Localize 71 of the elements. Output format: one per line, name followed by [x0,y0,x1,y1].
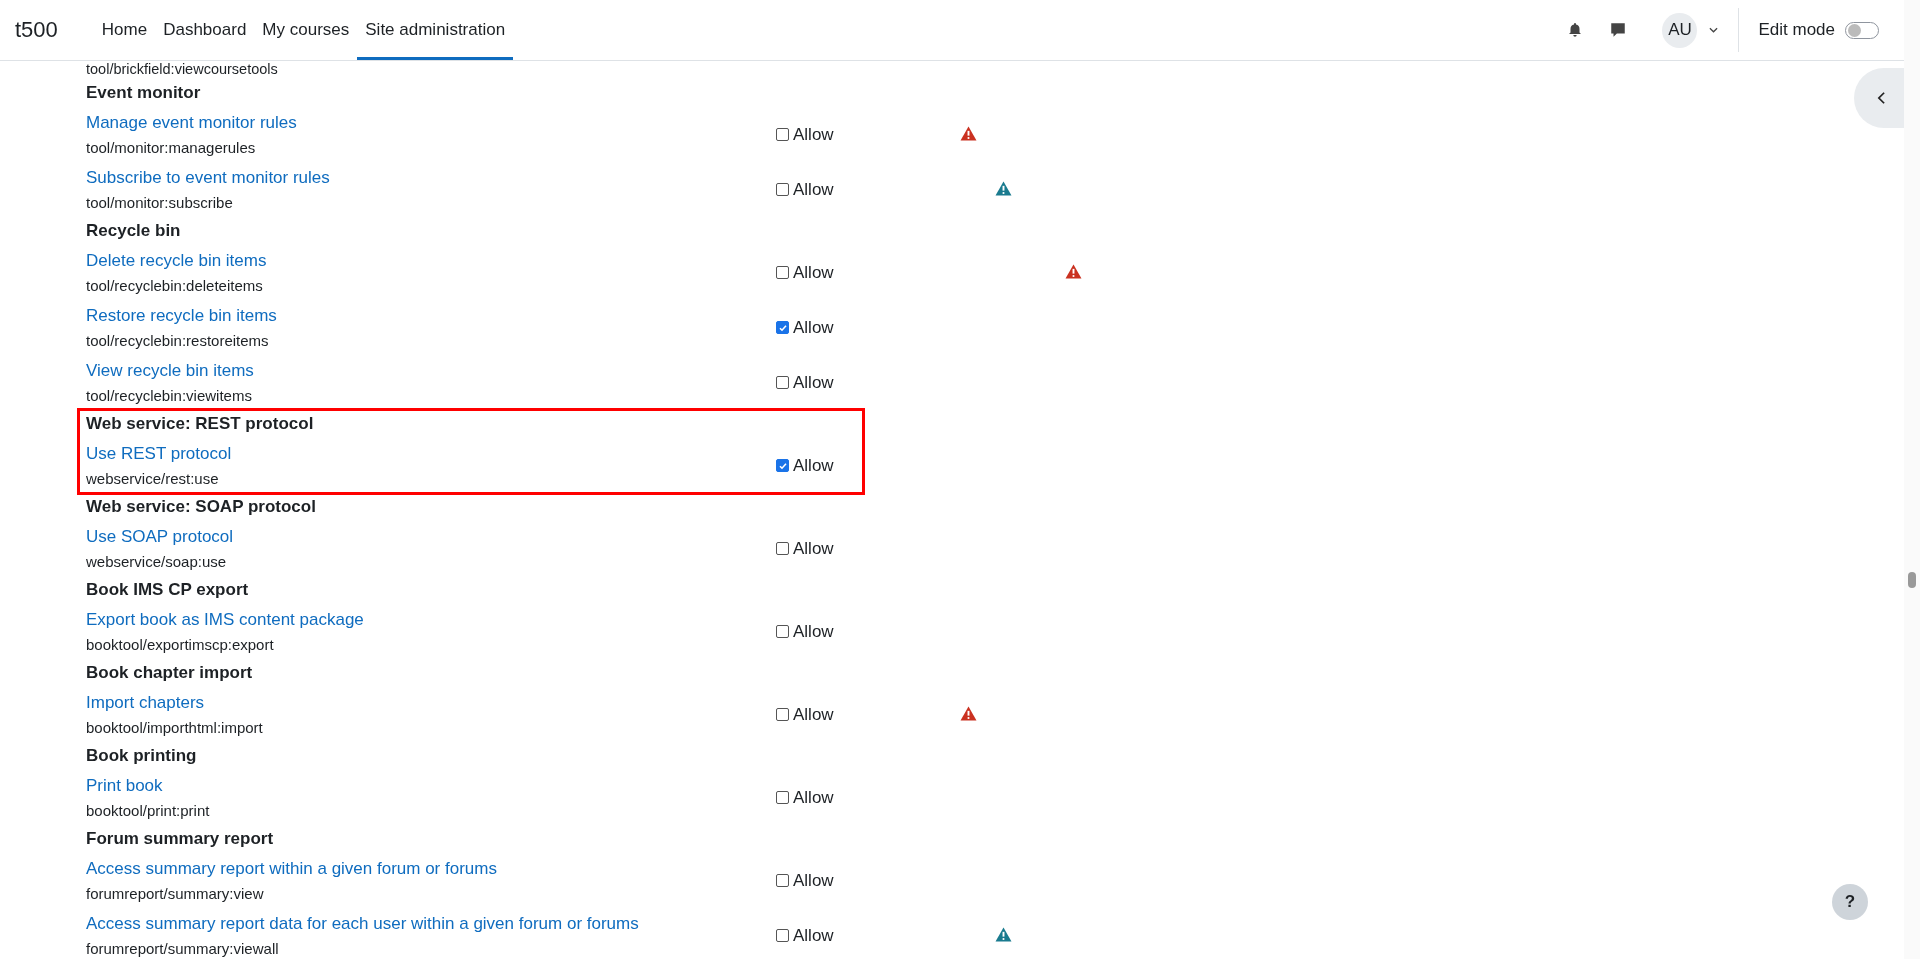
capability-code: tool/recyclebin:viewitems [86,385,253,406]
capability-code: tool/brickfield:viewcoursetools [86,61,279,77]
nav-tab[interactable]: Site administration [357,3,514,60]
allow-label: Allow [793,704,834,725]
allow-checkbox[interactable] [776,929,789,942]
allow-label: Allow [793,179,834,200]
capability-code: webservice/soap:use [86,551,228,572]
edit-mode-label: Edit mode [1758,20,1835,40]
capability-code: booktool/print:print [86,800,211,821]
nav-tab[interactable]: Home [93,3,156,60]
capability-link[interactable]: Subscribe to event monitor rules [86,164,776,191]
help-button[interactable]: ? [1832,884,1868,920]
allow-label: Allow [793,787,834,808]
group-heading: Recycle bin [86,220,182,242]
capability-link[interactable]: Export book as IMS content package [86,606,776,633]
allow-checkbox[interactable] [776,625,789,638]
allow-checkbox[interactable] [776,183,789,196]
chat-icon[interactable] [1609,21,1628,39]
allow-label: Allow [793,372,834,393]
capability-link[interactable]: View recycle bin items [86,357,776,384]
allow-label: Allow [793,538,834,559]
allow-label: Allow [793,621,834,642]
allow-checkbox[interactable] [776,266,789,279]
allow-label: Allow [793,262,834,283]
group-heading: Book printing [86,745,198,767]
capability-link[interactable]: Manage event monitor rules [86,109,776,136]
capability-link[interactable]: Use REST protocol [86,440,776,467]
nav-tab[interactable]: My courses [254,3,358,60]
allow-checkbox[interactable] [776,128,789,141]
allow-checkbox[interactable] [776,321,789,334]
capability-link[interactable]: Restore recycle bin items [86,302,776,329]
allow-label: Allow [793,925,834,946]
capability-code: forumreport/summary:viewall [86,938,280,959]
group-heading: Web service: REST protocol [86,413,315,435]
allow-checkbox[interactable] [776,708,789,721]
allow-checkbox[interactable] [776,874,789,887]
capability-link[interactable]: Delete recycle bin items [86,247,776,274]
capability-code: tool/recyclebin:deleteitems [86,275,264,296]
group-heading: Book chapter import [86,662,254,684]
allow-label: Allow [793,455,834,476]
capability-link[interactable]: Print book [86,772,776,799]
group-heading: Event monitor [86,82,202,104]
nav-tab[interactable]: Dashboard [155,3,255,60]
allow-checkbox[interactable] [776,791,789,804]
bell-icon[interactable] [1567,22,1584,38]
allow-label: Allow [793,124,834,145]
allow-label: Allow [793,870,834,891]
capability-code: tool/recyclebin:restoreitems [86,330,270,351]
chevron-left-icon [1876,91,1886,105]
group-heading: Forum summary report [86,828,275,850]
capability-code: booktool/importhtml:import [86,717,264,738]
capability-code: booktool/exportimscp:export [86,634,275,655]
group-heading: Book IMS CP export [86,579,250,601]
capability-code: tool/monitor:subscribe [86,192,234,213]
user-avatar[interactable]: AU [1662,12,1698,48]
allow-label: Allow [793,317,834,338]
capability-link[interactable]: Use SOAP protocol [86,523,776,550]
capability-link[interactable]: Import chapters [86,689,776,716]
allow-checkbox[interactable] [776,376,789,389]
capability-link[interactable]: Access summary report within a given forum or forums [86,855,776,882]
group-heading: Web service: SOAP protocol [86,496,317,518]
allow-checkbox[interactable] [776,459,789,472]
caret-icon[interactable] [1709,27,1719,33]
capability-code: forumreport/summary:view [86,883,265,904]
capability-code: webservice/rest:use [86,468,220,489]
scrollbar[interactable] [1904,0,1920,959]
drawer-toggle-button[interactable] [1854,68,1904,128]
allow-checkbox[interactable] [776,542,789,555]
capability-code: tool/monitor:managerules [86,137,257,158]
capability-link[interactable]: Access summary report data for each user within a given forum or forums [86,910,776,937]
site-name[interactable]: t500 [15,17,58,43]
